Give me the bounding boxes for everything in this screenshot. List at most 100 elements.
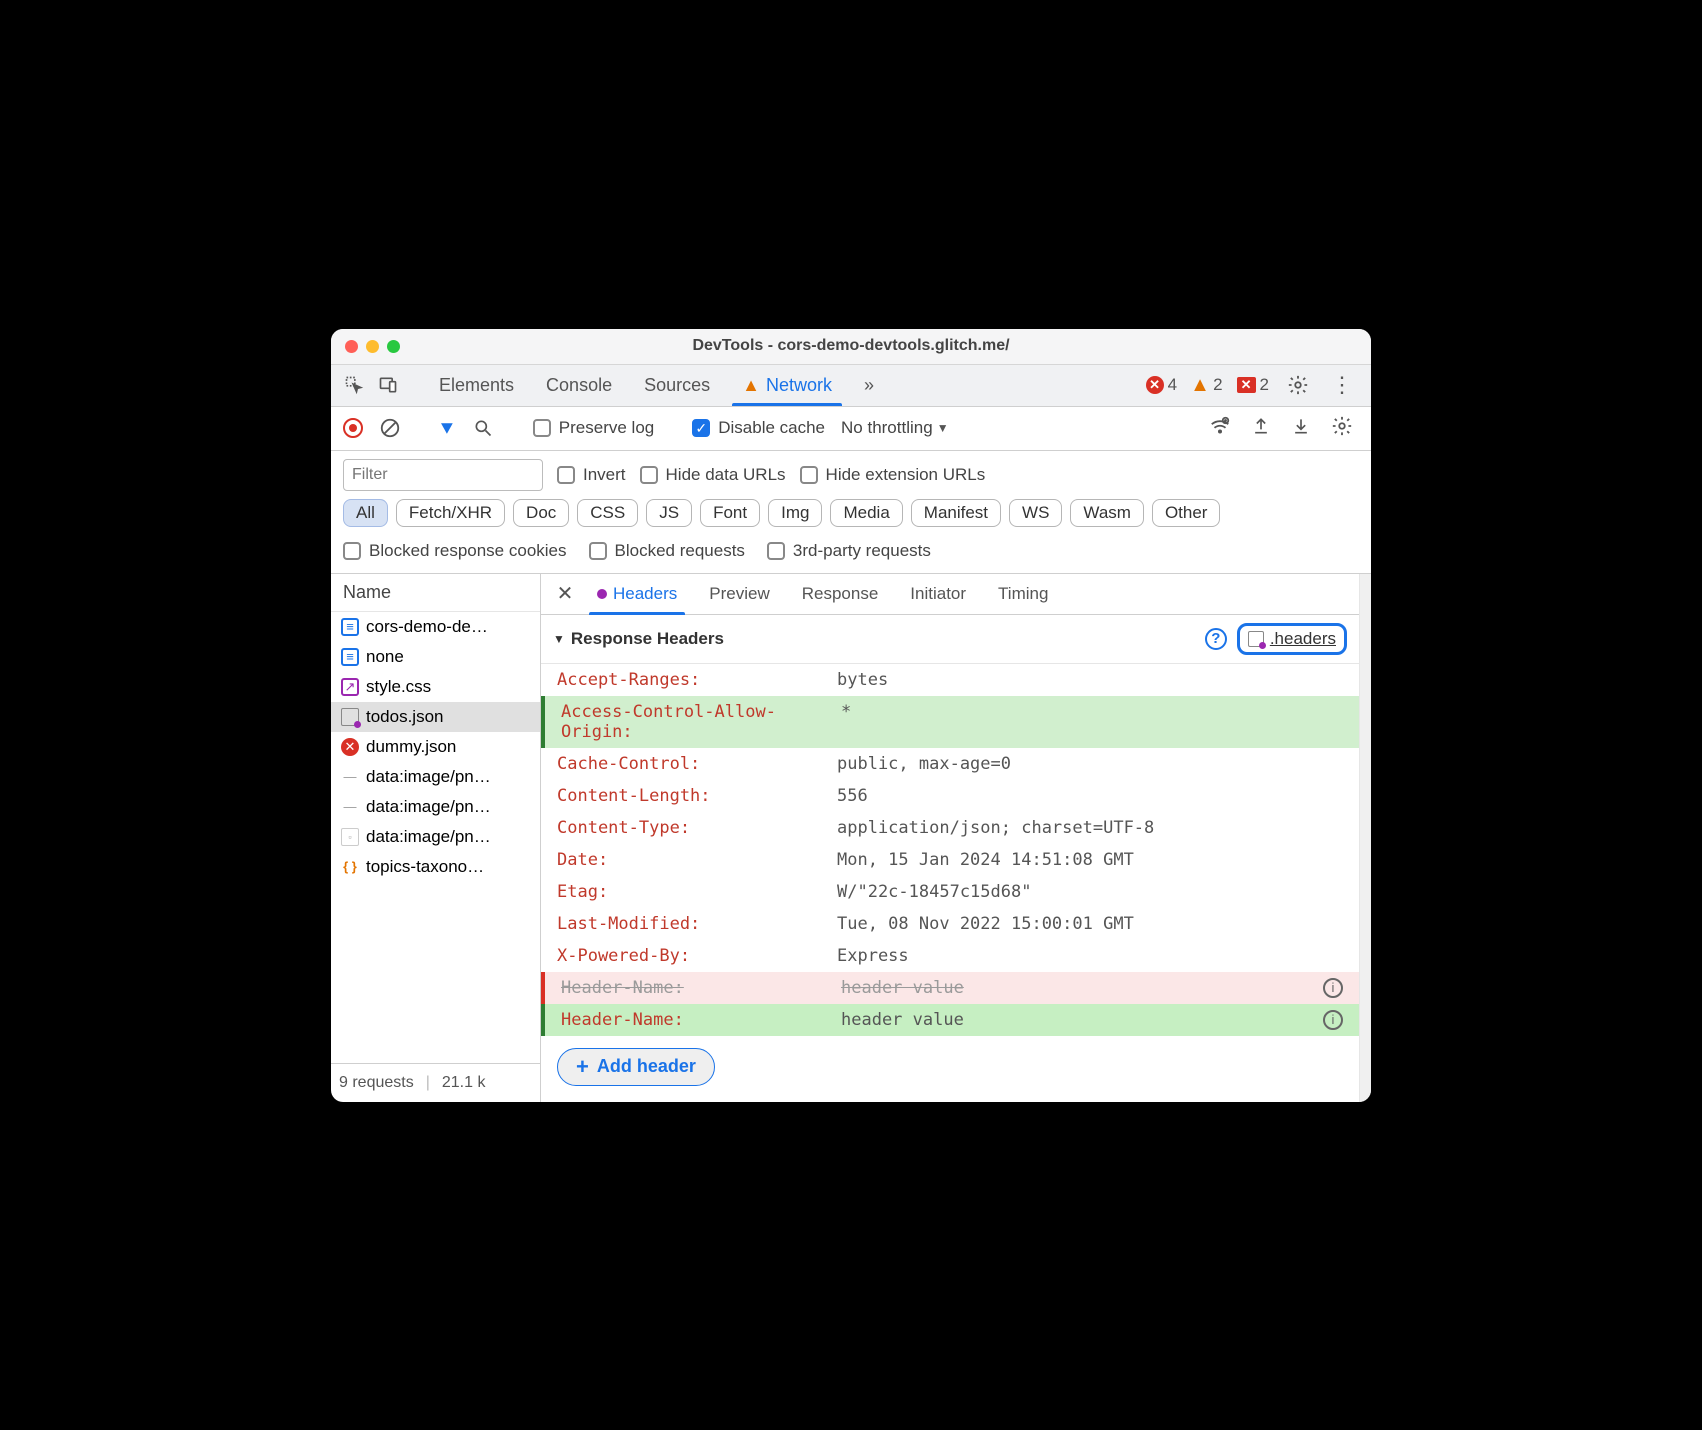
tab-preview[interactable]: Preview [695, 580, 783, 608]
scrollbar[interactable] [1359, 574, 1371, 1102]
header-row[interactable]: Header-Name:header valuei [541, 1004, 1359, 1036]
filter-icon[interactable]: ▼ [437, 418, 457, 439]
request-row[interactable]: ≡cors-demo-de… [331, 612, 540, 642]
type-pill-font[interactable]: Font [700, 499, 760, 527]
request-row[interactable]: ≡ none [331, 642, 540, 672]
clear-icon[interactable] [379, 417, 401, 439]
tab-initiator[interactable]: Initiator [896, 580, 980, 608]
errors-chip[interactable]: ✕4 [1146, 375, 1177, 395]
name-column-header[interactable]: Name [331, 574, 540, 612]
override-file-icon [341, 708, 359, 726]
request-row[interactable]: ▫data:image/pn… [331, 822, 540, 852]
panel-settings-icon[interactable] [1331, 415, 1353, 442]
header-value: header value [841, 1010, 1323, 1030]
type-pill-img[interactable]: Img [768, 499, 822, 527]
request-row[interactable]: todos.json [331, 702, 540, 732]
header-row[interactable]: Header-Name:header valuei [541, 972, 1359, 1004]
disable-cache-checkbox[interactable]: ✓Disable cache [692, 418, 825, 438]
header-row[interactable]: Date:Mon, 15 Jan 2024 14:51:08 GMT [541, 844, 1359, 876]
header-name: Content-Type: [557, 818, 837, 838]
minimize-window-icon[interactable] [366, 340, 379, 353]
upload-icon[interactable] [1251, 416, 1271, 441]
headers-list: Accept-Ranges:bytesAccess-Control-Allow-… [541, 664, 1359, 1036]
header-name: Date: [557, 850, 837, 870]
header-value: Express [837, 946, 1343, 966]
invert-checkbox[interactable]: Invert [557, 465, 626, 485]
tab-console[interactable]: Console [532, 365, 626, 406]
add-header-button[interactable]: + Add header [557, 1048, 715, 1086]
throttling-dropdown[interactable]: No throttling▼ [841, 418, 949, 438]
request-list: ≡cors-demo-de… ≡ none ↗style.csstodos.json✕… [331, 612, 540, 1063]
warnings-count: 2 [1213, 375, 1222, 395]
hide-ext-urls-checkbox[interactable]: Hide extension URLs [800, 465, 986, 485]
close-window-icon[interactable] [345, 340, 358, 353]
tab-more[interactable]: » [850, 365, 888, 406]
type-pill-fetchxhr[interactable]: Fetch/XHR [396, 499, 505, 527]
tab-headers[interactable]: Headers [583, 580, 691, 608]
header-row[interactable]: Last-Modified:Tue, 08 Nov 2022 15:00:01 … [541, 908, 1359, 940]
tab-network[interactable]: ▲ Network [728, 365, 846, 406]
request-row[interactable]: —data:image/pn… [331, 792, 540, 822]
maximize-window-icon[interactable] [387, 340, 400, 353]
issues-chip[interactable]: ✕2 [1237, 375, 1269, 395]
close-icon[interactable]: ✕ [551, 581, 579, 606]
network-conditions-icon[interactable] [1209, 415, 1231, 442]
tab-console-label: Console [546, 375, 612, 396]
header-value: W/"22c-18457c15d68" [837, 882, 1343, 902]
add-header-label: Add header [597, 1056, 696, 1077]
third-party-checkbox[interactable]: 3rd-party requests [767, 541, 931, 561]
search-icon[interactable] [473, 418, 493, 438]
header-row[interactable]: Etag:W/"22c-18457c15d68" [541, 876, 1359, 908]
request-row[interactable]: —data:image/pn… [331, 762, 540, 792]
filter-input[interactable] [343, 459, 543, 491]
tab-elements-label: Elements [439, 375, 514, 396]
request-name: data:image/pn… [366, 827, 491, 847]
info-icon[interactable]: i [1323, 1010, 1343, 1030]
header-row[interactable]: Accept-Ranges:bytes [541, 664, 1359, 696]
request-name: style.css [366, 677, 431, 697]
headers-override-link[interactable]: .headers [1237, 623, 1347, 655]
blocked-cookies-checkbox[interactable]: Blocked response cookies [343, 541, 567, 561]
help-icon[interactable]: ? [1205, 628, 1227, 650]
settings-icon[interactable] [1283, 370, 1313, 400]
type-pill-wasm[interactable]: Wasm [1070, 499, 1144, 527]
record-icon[interactable] [343, 418, 363, 438]
header-row[interactable]: Content-Length:556 [541, 780, 1359, 812]
warnings-chip[interactable]: ▲2 [1191, 375, 1222, 395]
info-icon[interactable]: i [1323, 978, 1343, 998]
file-icon [1248, 631, 1264, 647]
type-pill-js[interactable]: JS [646, 499, 692, 527]
inspect-icon[interactable] [339, 370, 369, 400]
blocked-requests-checkbox[interactable]: Blocked requests [589, 541, 745, 561]
header-row[interactable]: Access-Control-Allow-Origin:* [541, 696, 1359, 748]
tab-timing[interactable]: Timing [984, 580, 1062, 608]
header-name: Etag: [557, 882, 837, 902]
type-pill-ws[interactable]: WS [1009, 499, 1062, 527]
response-headers-section[interactable]: ▼ Response Headers ? .headers [541, 615, 1359, 664]
header-row[interactable]: Content-Type:application/json; charset=U… [541, 812, 1359, 844]
type-pill-doc[interactable]: Doc [513, 499, 569, 527]
request-row[interactable]: ↗style.css [331, 672, 540, 702]
device-toggle-icon[interactable] [373, 370, 403, 400]
header-row[interactable]: Cache-Control:public, max-age=0 [541, 748, 1359, 780]
header-row[interactable]: X-Powered-By:Express [541, 940, 1359, 972]
tab-sources[interactable]: Sources [630, 365, 724, 406]
request-name: dummy.json [366, 737, 456, 757]
preserve-log-checkbox[interactable]: Preserve log [533, 418, 654, 438]
type-pill-media[interactable]: Media [830, 499, 902, 527]
type-pill-all[interactable]: All [343, 499, 388, 527]
kebab-menu-icon[interactable]: ⋮ [1327, 370, 1357, 400]
document-icon: ≡ [341, 648, 359, 666]
tab-elements[interactable]: Elements [425, 365, 528, 406]
type-pill-manifest[interactable]: Manifest [911, 499, 1001, 527]
request-row[interactable]: { }topics-taxono… [331, 852, 540, 882]
download-icon[interactable] [1291, 416, 1311, 441]
request-name: none [366, 647, 404, 667]
type-pill-css[interactable]: CSS [577, 499, 638, 527]
header-name: Access-Control-Allow-Origin: [561, 702, 841, 742]
tab-response[interactable]: Response [788, 580, 893, 608]
transfer-size: 21.1 k [442, 1074, 486, 1092]
request-row[interactable]: ✕dummy.json [331, 732, 540, 762]
type-pill-other[interactable]: Other [1152, 499, 1221, 527]
hide-data-urls-checkbox[interactable]: Hide data URLs [640, 465, 786, 485]
